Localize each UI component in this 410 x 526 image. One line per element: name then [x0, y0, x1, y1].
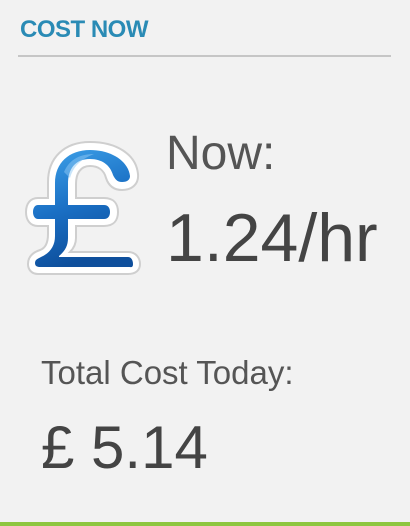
total-cost-label: Total Cost Today:	[41, 354, 294, 391]
pound-sterling-icon	[24, 138, 144, 276]
cost-now-widget: COST NOW Now: 1.24/hr Total Cost Today: …	[0, 0, 410, 526]
widget-title: COST NOW	[20, 16, 149, 43]
current-rate-value: 1.24/hr	[166, 200, 378, 276]
now-label: Now:	[166, 127, 276, 180]
total-cost-value: £ 5.14	[41, 414, 208, 481]
header-divider	[18, 55, 391, 57]
bottom-accent-bar	[0, 522, 410, 526]
